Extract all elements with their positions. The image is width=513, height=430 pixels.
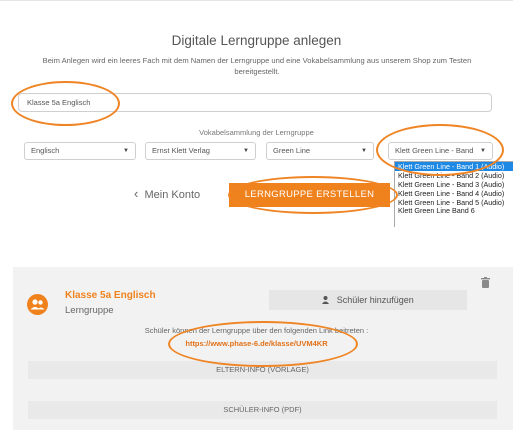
book-select-value: Klett Green Line - Band	[395, 146, 474, 155]
back-to-account-label: Mein Konto	[144, 189, 201, 201]
book-option[interactable]: Klett Green Line - Band 5 (Audio)	[395, 198, 513, 207]
book-option[interactable]: Klett Green Line Band 6	[395, 206, 513, 216]
parents-info-button[interactable]: ELTERN-INFO (VORLAGE)	[28, 361, 497, 379]
dropdown-arrow-icon: ▼	[123, 148, 129, 154]
back-to-account-button[interactable]: ‹ Mein Konto	[134, 186, 200, 201]
group-icon	[27, 294, 48, 315]
series-select[interactable]: Green Line ▼	[266, 142, 374, 160]
add-students-button[interactable]: Schüler hinzufügen	[269, 290, 467, 310]
book-option[interactable]: Klett Green Line - Band 1 (Audio)	[395, 162, 513, 171]
join-link[interactable]: https://www.phase-6.de/klasse/UVM4KR	[0, 339, 513, 348]
students-info-button[interactable]: SCHÜLER-INFO (PDF)	[28, 401, 497, 419]
dropdown-arrow-icon: ▼	[480, 148, 486, 154]
top-divider	[0, 0, 513, 1]
dropdown-arrow-icon: ▼	[243, 148, 249, 154]
series-select-value: Green Line	[273, 146, 311, 155]
publisher-select[interactable]: Ernst Klett Verlag ▼	[145, 142, 256, 160]
book-select[interactable]: Klett Green Line - Band ▼	[388, 142, 493, 160]
language-select[interactable]: Englisch ▼	[24, 142, 136, 160]
trash-icon[interactable]	[481, 277, 490, 291]
book-option[interactable]: Klett Green Line - Band 3 (Audio)	[395, 180, 513, 189]
chevron-left-icon: ‹	[134, 186, 139, 201]
publisher-select-value: Ernst Klett Verlag	[152, 146, 210, 155]
group-name-input[interactable]	[18, 93, 492, 112]
page-title: Digitale Lerngruppe anlegen	[171, 33, 342, 48]
user-icon	[322, 295, 332, 305]
book-option[interactable]: Klett Green Line - Band 2 (Audio)	[395, 171, 513, 180]
create-group-button[interactable]: LERNGRUPPE ERSTELLEN	[229, 183, 390, 207]
vocab-collection-label: Vokabelsammlung der Lerngruppe	[199, 128, 314, 137]
book-option[interactable]: Klett Green Line - Band 4 (Audio)	[395, 189, 513, 198]
join-instructions: Schüler können der Lerngruppe über den f…	[144, 326, 369, 335]
book-options-list: Klett Green Line - Band 1 (Audio) Klett …	[394, 161, 513, 227]
add-students-label: Schüler hinzufügen	[336, 295, 414, 305]
group-type: Lerngruppe	[65, 305, 114, 316]
dropdown-arrow-icon: ▼	[361, 148, 367, 154]
page-description: Beim Anlegen wird ein leeres Fach mit de…	[42, 56, 472, 76]
language-select-value: Englisch	[31, 146, 60, 155]
group-name: Klasse 5a Englisch	[65, 290, 156, 301]
